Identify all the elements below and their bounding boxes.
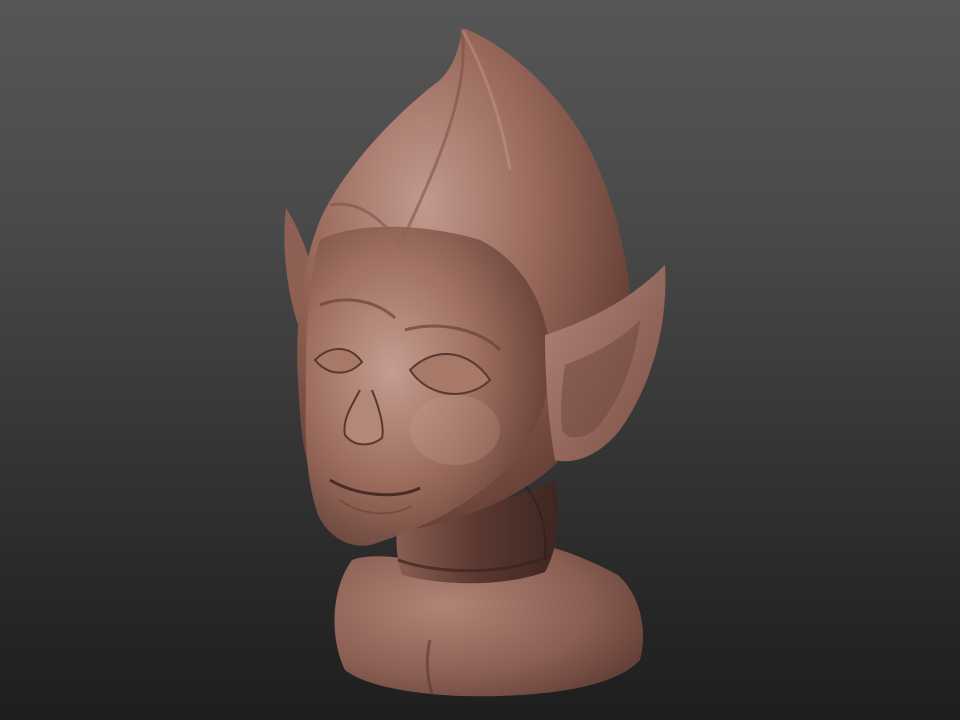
3d-viewport[interactable]	[0, 0, 960, 720]
sculpted-elf-bust	[284, 27, 666, 697]
cheek-highlight	[410, 395, 500, 465]
